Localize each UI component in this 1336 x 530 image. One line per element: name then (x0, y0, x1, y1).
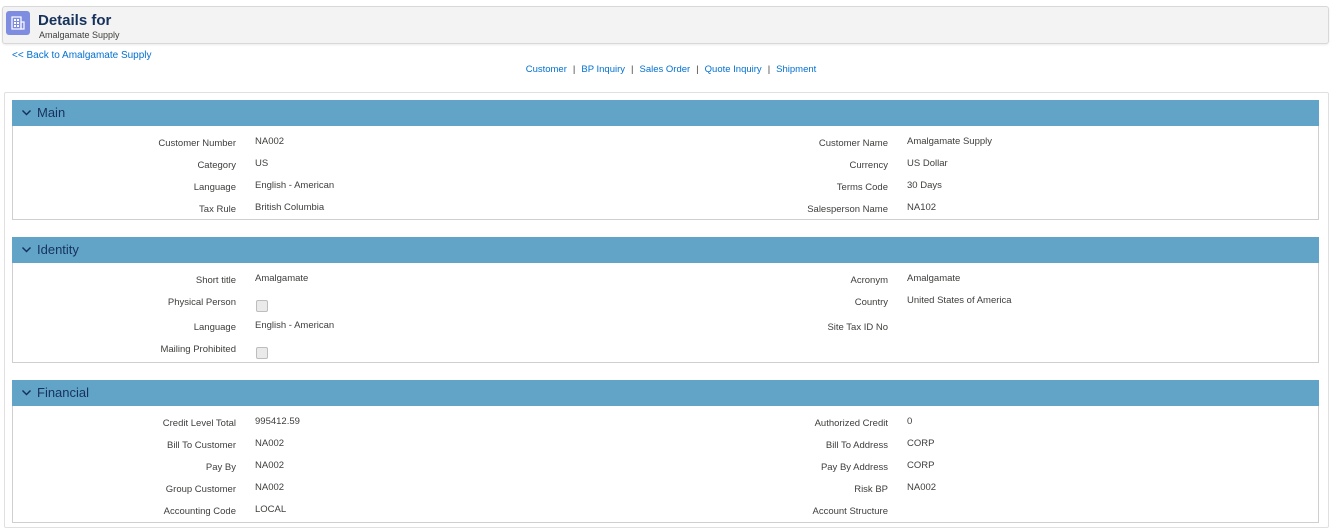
field-label: Mailing Prohibited (160, 344, 236, 355)
chevron-down-icon (21, 246, 32, 253)
section-main: Main Customer Number NA002 Customer Name… (12, 100, 1319, 220)
section-financial: Financial Credit Level Total 995412.59 A… (12, 380, 1319, 523)
field-value: US Dollar (907, 158, 948, 169)
field-value: NA002 (907, 482, 937, 493)
field-label: Site Tax ID No (827, 322, 888, 333)
field-label: Terms Code (836, 182, 888, 193)
field-label: Risk BP (854, 484, 888, 495)
page-title: Details for (38, 12, 112, 29)
field-value: NA002 (255, 460, 285, 471)
field-value: 0 (907, 416, 913, 427)
field-value: CORP (907, 438, 935, 449)
section-title: Main (37, 105, 66, 120)
field-label: Category (197, 160, 236, 171)
field-value: US (255, 158, 269, 169)
chevron-down-icon (21, 109, 32, 116)
physical-person-checkbox[interactable] (256, 300, 268, 312)
field-label: Pay By (205, 462, 236, 473)
page-subtitle: Amalgamate Supply (39, 30, 120, 40)
field-label: Salesperson Name (807, 204, 888, 215)
field-value: LOCAL (255, 504, 287, 515)
field-value: Amalgamate (907, 273, 961, 284)
field-label: Language (193, 322, 236, 333)
quote-inquiry-link[interactable]: Quote Inquiry (705, 64, 762, 75)
shipment-link[interactable]: Shipment (776, 64, 816, 75)
field-label: Pay By Address (820, 462, 888, 473)
section-title: Identity (37, 242, 79, 257)
field-label: Physical Person (167, 297, 236, 308)
back-link[interactable]: << Back to Amalgamate Supply (12, 50, 152, 61)
field-label: Customer Number (158, 138, 236, 149)
chevron-down-icon (21, 389, 32, 396)
section-header-financial[interactable]: Financial (12, 380, 1319, 406)
customer-link[interactable]: Customer (526, 64, 567, 75)
field-label: Account Structure (812, 506, 888, 517)
field-label: Accounting Code (163, 506, 236, 517)
related-links-bar: Customer | BP Inquiry | Sales Order | Quote In… (0, 64, 1336, 75)
field-label: Tax Rule (199, 204, 236, 215)
field-value: 995412.59 (255, 416, 300, 427)
field-value: 30 Days (907, 180, 942, 191)
field-label: Language (193, 182, 236, 193)
link-separator: | (572, 64, 576, 75)
field-label: Credit Level Total (162, 418, 236, 429)
field-value: United States of America (907, 295, 1012, 306)
field-label: Acronym (850, 275, 888, 286)
field-value: NA102 (907, 202, 937, 213)
building-grid-icon (6, 11, 30, 35)
field-value: NA002 (255, 438, 285, 449)
section-header-identity[interactable]: Identity (12, 237, 1319, 263)
field-label: Bill To Customer (167, 440, 236, 451)
field-label: Short title (195, 275, 236, 286)
field-value: CORP (907, 460, 935, 471)
page-header: Details for Amalgamate Supply (2, 6, 1329, 44)
mailing-prohibited-checkbox[interactable] (256, 347, 268, 359)
field-value: NA002 (255, 482, 285, 493)
section-identity: Identity Short title Amalgamate Acronym … (12, 237, 1319, 363)
field-label: Group Customer (165, 484, 236, 495)
field-value: British Columbia (255, 202, 325, 213)
field-value: NA002 (255, 136, 285, 147)
link-separator: | (767, 64, 771, 75)
field-value: English - American (255, 180, 335, 191)
field-label: Bill To Address (825, 440, 888, 451)
field-label: Authorized Credit (814, 418, 888, 429)
field-label: Currency (849, 160, 888, 171)
field-label: Customer Name (818, 138, 888, 149)
field-value: Amalgamate (255, 273, 309, 284)
field-value: English - American (255, 320, 335, 331)
link-separator: | (631, 64, 634, 75)
section-title: Financial (37, 385, 90, 400)
link-separator: | (696, 64, 699, 75)
field-label: Country (854, 297, 888, 308)
sales-order-link[interactable]: Sales Order (639, 64, 690, 75)
field-value: Amalgamate Supply (907, 136, 993, 147)
section-header-main[interactable]: Main (12, 100, 1319, 126)
bp-inquiry-link[interactable]: BP Inquiry (581, 64, 625, 75)
